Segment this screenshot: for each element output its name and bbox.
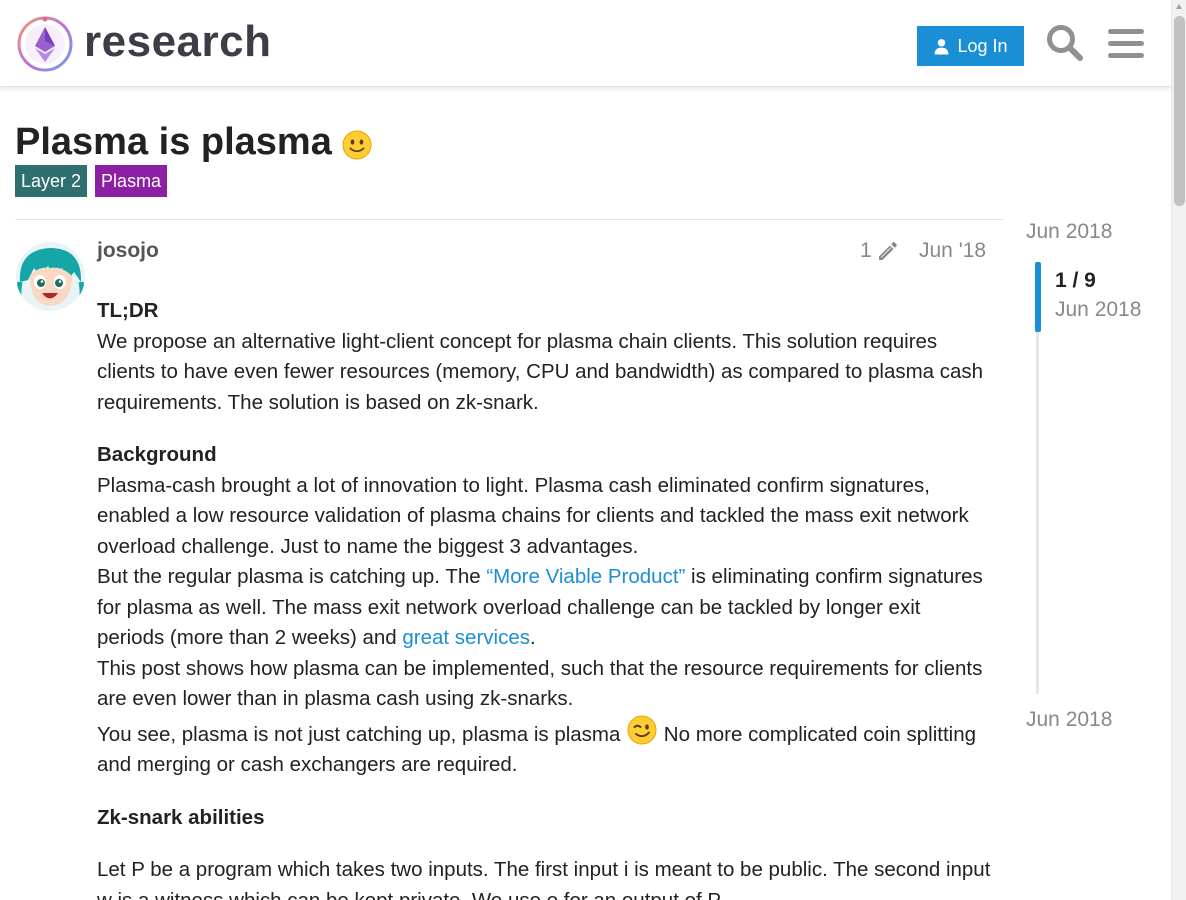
wink-icon [627,715,657,744]
timeline-start-date[interactable]: Jun 2018 [1026,220,1112,244]
background-paragraph-2: But the regular plasma is catching up. T… [97,565,983,649]
timeline-end-date[interactable]: Jun 2018 [1026,708,1112,732]
hamburger-menu-icon [1108,29,1144,58]
background-paragraph-4: You see, plasma is not just catching up,… [97,715,992,781]
background-paragraph-1: Plasma-cash brought a lot of innovation … [97,473,969,558]
avatar[interactable] [16,242,85,311]
topic-tags: Layer 2 Plasma [15,165,168,197]
site-logo[interactable]: research [16,15,271,73]
post-divider [15,219,1004,220]
search-button[interactable] [1044,22,1086,64]
edit-history-button[interactable]: 1 [860,239,900,263]
tag-plasma[interactable]: Plasma [95,165,168,197]
tldr-paragraph: We propose an alternative light-client c… [97,329,984,414]
post-date[interactable]: Jun '18 [919,239,986,263]
topic-title[interactable]: Plasma is plasma [15,120,332,164]
slightly-smiling-face-icon [342,130,372,160]
site-name: research [84,17,272,66]
user-icon [935,38,949,54]
timeline-current-date: Jun 2018 [1055,298,1142,321]
hamburger-menu-button[interactable] [1106,22,1146,64]
login-button[interactable]: Log In [917,26,1024,66]
scroll-up-arrow-icon[interactable] [1176,4,1182,9]
logo-icon [17,16,73,72]
timeline-scroll-handle[interactable] [1035,262,1041,332]
background-paragraph-3: This post shows how plasma can be implem… [97,656,983,711]
search-icon [1047,25,1083,61]
login-button-label: Log In [957,35,1008,56]
avatar-image [16,242,85,311]
timeline-position: 1 / 9 [1055,269,1096,292]
post-author[interactable]: josojo [97,239,159,263]
pencil-icon [878,242,897,260]
edit-count: 1 [860,239,872,262]
topic-title-area: Plasma is plasma [15,120,372,164]
great-services-link[interactable]: great services [402,626,530,649]
site-header: research Log In [0,0,1171,87]
tldr-heading: TL;DR [97,299,159,322]
zk-snark-heading: Zk-snark abilities [97,805,265,829]
page-scrollbar[interactable] [1171,0,1186,900]
post-content: TL;DR We propose an alternative light-cl… [97,296,992,900]
tag-layer-2[interactable]: Layer 2 [15,165,88,197]
scrollbar-thumb[interactable] [1174,16,1185,206]
background-heading: Background [97,443,217,466]
zk-snark-paragraph-1: Let P be a program which takes two input… [97,858,991,900]
more-viable-product-link[interactable]: “More Viable Product” [486,565,685,588]
